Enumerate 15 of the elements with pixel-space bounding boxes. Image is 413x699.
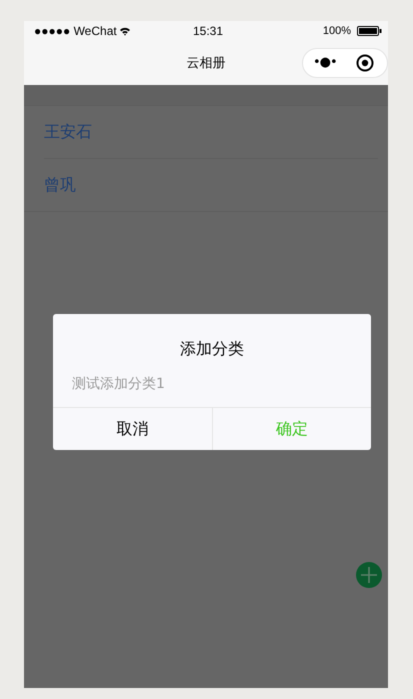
page-title: 云相册 — [186, 54, 226, 72]
input-field[interactable]: 测试添加分类1 — [72, 373, 342, 395]
cancel-button[interactable]: 取消 — [53, 408, 212, 450]
confirm-button[interactable]: 确定 — [212, 408, 371, 450]
target-icon — [356, 54, 374, 72]
close-button[interactable] — [356, 54, 374, 72]
dialog-title: 添加分类 — [179, 338, 245, 360]
battery-percentage: 100% — [322, 24, 351, 36]
status-time: 15:31 — [192, 24, 224, 38]
carrier-name: ●●●●● WeChat — [34, 24, 117, 38]
wifi-icon — [118, 26, 131, 36]
list-item[interactable]: 王安石 — [44, 106, 378, 159]
battery-icon — [357, 26, 382, 36]
more-button[interactable]: •●• — [313, 55, 337, 70]
list-item[interactable]: 曾巩 — [44, 159, 378, 211]
